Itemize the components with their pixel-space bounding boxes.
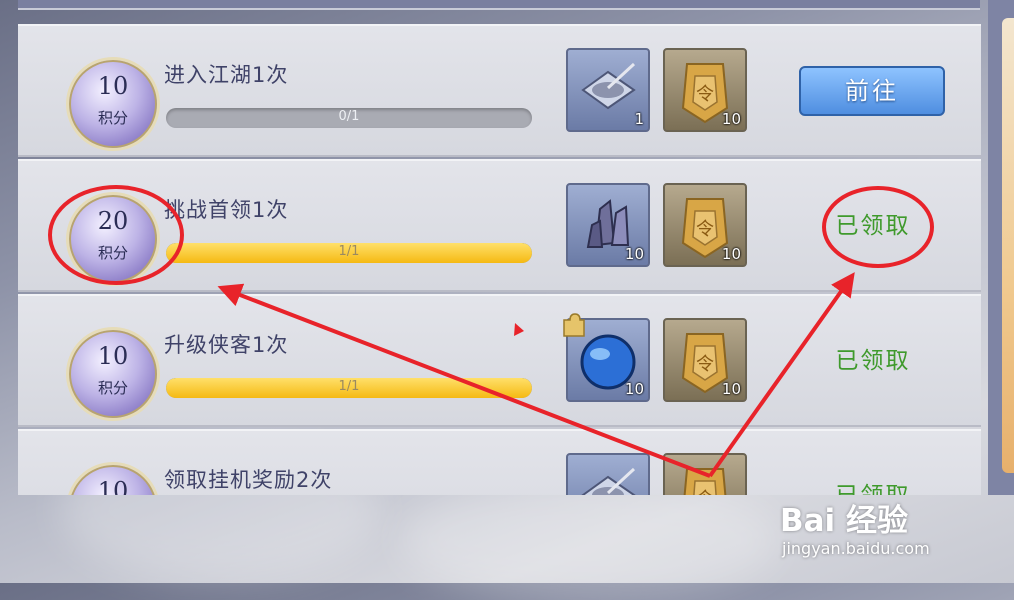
reward-count: 10 (624, 245, 644, 263)
progress-bar: 0/1 (166, 108, 532, 128)
points-unit: 积分 (97, 109, 128, 127)
reward-token-plaque[interactable]: 令 10 (663, 48, 747, 132)
reward-token-plaque[interactable]: 令 10 (663, 318, 747, 402)
reward-count: 10 (624, 380, 644, 398)
go-button[interactable]: 前往 (799, 66, 945, 116)
reward-incense-burner[interactable] (566, 453, 650, 495)
puzzle-piece-icon (563, 313, 585, 337)
baidu-watermark: Bai 经验 jingyan.baidu.com (780, 495, 980, 565)
reward-token-plaque[interactable]: 令 (663, 453, 747, 495)
progress-text: 1/1 (338, 379, 360, 394)
reward-token-plaque[interactable]: 令 10 (663, 183, 747, 267)
task-name: 进入江湖1次 (164, 63, 289, 87)
task-row: 10 积分 进入江湖1次 0/1 1 令 10 前往 (18, 24, 981, 157)
task-row: 10 积分 升级侠客1次 1/1 10 令 10 已领取 (18, 294, 981, 427)
progress-text: 1/1 (338, 244, 360, 259)
task-name: 领取挂机奖励2次 (164, 468, 333, 492)
annotation-circle-claimed (822, 186, 934, 268)
svg-text:令: 令 (696, 84, 714, 105)
points-badge: 10 积分 (66, 57, 160, 151)
top-panel-edge (18, 0, 980, 10)
svg-text:令: 令 (696, 354, 714, 375)
reward-count: 1 (634, 110, 644, 128)
points-value: 10 (97, 72, 129, 100)
reward-count: 10 (721, 245, 741, 263)
points-badge: 10 积分 (66, 327, 160, 421)
svg-text:令: 令 (696, 489, 714, 495)
points-value: 10 (97, 477, 129, 495)
reward-count: 10 (721, 110, 741, 128)
watermark-brand: Bai 经验 (780, 503, 908, 539)
task-name: 升级侠客1次 (164, 333, 289, 357)
incense-burner-icon (581, 467, 636, 495)
token-plaque-icon: 令 (683, 468, 727, 495)
task-name: 挑战首领1次 (164, 198, 289, 222)
side-panel-content (1002, 18, 1014, 473)
task-row: 10 积分 领取挂机奖励2次 令 已领取 (18, 429, 981, 495)
progress-text: 0/1 (338, 109, 360, 124)
reward-crystal-ore[interactable]: 10 (566, 183, 650, 267)
watermark-site: jingyan.baidu.com (782, 539, 930, 558)
points-value: 10 (97, 342, 129, 370)
progress-bar: 1/1 (166, 243, 532, 263)
points-unit: 积分 (97, 379, 128, 397)
claimed-status: 已领取 (818, 476, 928, 495)
claimed-status: 已领取 (835, 348, 911, 374)
reward-incense-burner[interactable]: 1 (566, 48, 650, 132)
reward-count: 10 (721, 380, 741, 398)
progress-bar: 1/1 (166, 378, 532, 398)
svg-text:令: 令 (696, 219, 714, 240)
points-badge: 10 积分 (66, 462, 160, 495)
annotation-circle-points (48, 185, 184, 285)
